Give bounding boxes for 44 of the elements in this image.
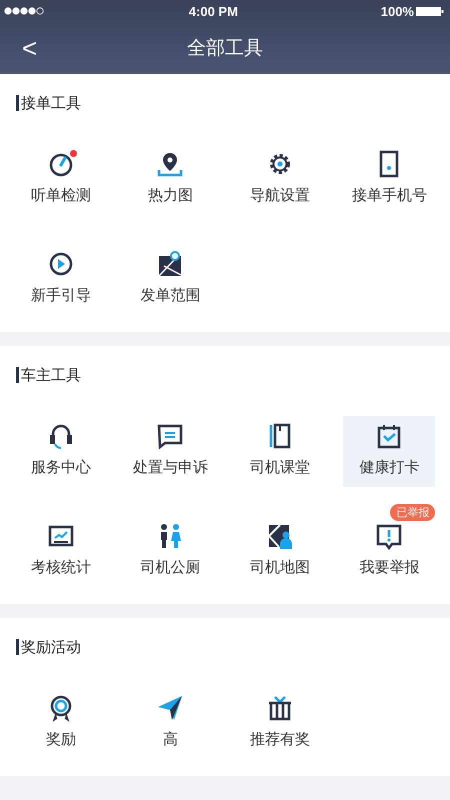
status-badge: 已举报 [390,504,436,521]
tool-tile[interactable]: 发单范围 [124,244,216,315]
tool-tile[interactable]: 热力图 [132,144,209,215]
back-button[interactable]: < [16,32,44,64]
tool-label: 发单范围 [140,286,200,305]
tool-label: 新手引导 [30,286,91,305]
tool-label: 服务中心 [30,458,91,477]
section-title: 奖励活动 [16,639,81,655]
section-title: 车主工具 [16,367,81,383]
tool-label: 司机课堂 [250,458,310,477]
signal-icon [4,7,46,15]
tool-tile[interactable]: 导航设置 [234,144,326,215]
tool-tile[interactable]: 服务中心 [14,416,107,487]
tool-tile[interactable]: 司机公厕 [124,516,216,587]
tool-label: 导航设置 [250,186,310,205]
tool-tile[interactable]: 考核统计 [14,516,107,587]
page-title: 全部工具 [187,36,263,61]
tool-label: 考核统计 [30,558,91,577]
tool-label: 我要举报 [359,558,420,577]
tool-tile[interactable]: 听单检测 [14,144,107,215]
status-time: 4:00 PM [188,4,238,18]
battery-percent: 100% [380,4,414,18]
tool-tile[interactable]: 已举报 我要举报 [343,504,436,587]
tool-label: 推荐有奖 [250,730,310,749]
section-title: 接单工具 [16,95,81,111]
tool-tile[interactable]: 新手引导 [14,244,107,315]
tool-tile[interactable]: 高 [140,688,200,759]
battery-icon [416,6,444,16]
tool-tile[interactable]: 接单手机号 [336,144,443,215]
tool-label: 健康打卡 [359,458,420,477]
tool-tile[interactable]: 处置与申诉 [116,416,224,487]
tool-label: 处置与申诉 [132,458,208,477]
tool-label: 接单手机号 [352,186,427,205]
tool-tile[interactable]: 推荐有奖 [234,688,326,759]
tool-label: 司机公厕 [140,558,200,577]
tool-label: 听单检测 [30,186,91,205]
tool-label: 司机地图 [250,558,310,577]
tool-label: 热力图 [148,186,193,205]
tool-tile[interactable]: 奖励 [30,688,92,759]
tool-label: 高 [162,730,178,749]
tool-tile[interactable]: 司机地图 [234,516,326,587]
tool-tile[interactable]: 健康打卡 [343,416,436,487]
tool-tile[interactable]: 司机课堂 [234,416,326,487]
tool-label: 奖励 [46,730,76,749]
